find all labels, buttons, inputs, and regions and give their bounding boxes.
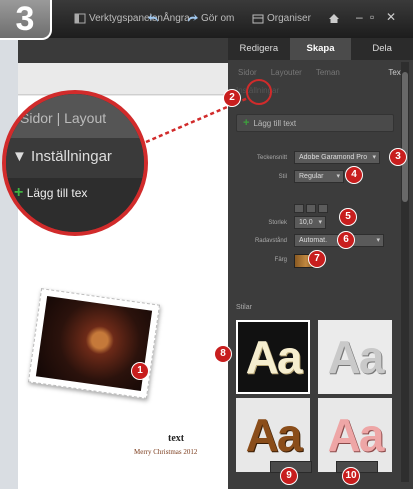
annotation-badge-9: 9 [281, 468, 297, 484]
annotation-badge-4: 4 [346, 167, 362, 183]
annotation-badge-6: 6 [338, 232, 354, 248]
step-number-badge: 3 [0, 0, 52, 40]
annotation-badge-10: 10 [343, 468, 359, 484]
callout-target-circle [246, 79, 272, 105]
annotation-badge-8: 8 [215, 346, 231, 362]
annotation-badge-7: 7 [309, 251, 325, 267]
annotation-badge-2: 2 [224, 90, 240, 106]
annotation-badge-1: 1 [132, 363, 148, 379]
annotation-badge-3: 3 [390, 149, 406, 165]
annotation-badge-5: 5 [340, 209, 356, 225]
